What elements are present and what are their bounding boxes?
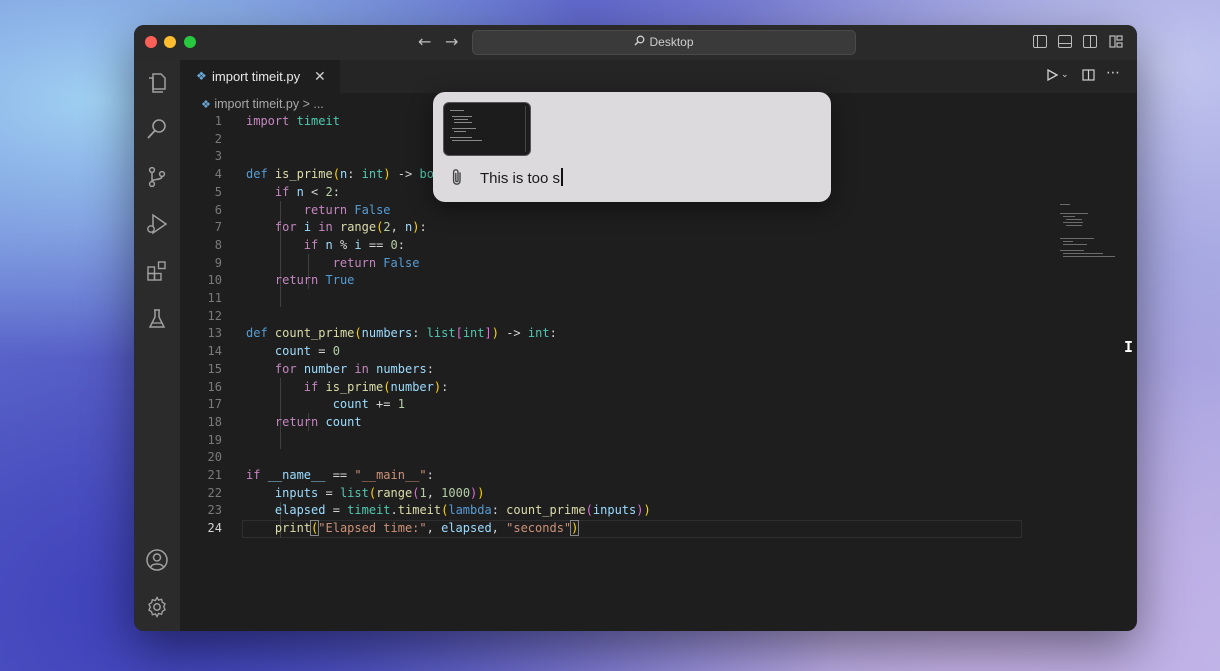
line-number: 10 xyxy=(207,273,222,288)
line-number: 13 xyxy=(207,326,222,341)
customize-layout-icon[interactable] xyxy=(1109,35,1123,48)
extensions-icon[interactable] xyxy=(145,259,169,283)
code-line: 21 if __name__ == "__main__": xyxy=(180,467,1137,485)
close-tab-icon[interactable]: ✕ xyxy=(314,60,326,93)
line-number: 18 xyxy=(207,414,222,429)
code-line: 15 for number in numbers: xyxy=(180,361,1137,379)
code-line: 17 count += 1 xyxy=(180,396,1137,414)
code-line: 13 def count_prime(numbers: list[int]) ->… xyxy=(180,325,1137,343)
text-caret xyxy=(561,168,563,186)
breadcrumb-file[interactable]: import timeit.py xyxy=(214,97,299,111)
line-number: 22 xyxy=(207,485,222,500)
zoom-window-button[interactable] xyxy=(184,36,196,48)
screenshot-attachment-thumbnail[interactable] xyxy=(443,102,531,156)
code-line: 6 return False xyxy=(180,202,1137,220)
tab-import-timeit-py[interactable]: ❖ import timeit.py ✕ xyxy=(180,60,340,93)
line-number: 1 xyxy=(214,114,222,128)
code-line: 18 return count xyxy=(180,414,1137,432)
prompt-input[interactable]: This is too s xyxy=(480,168,563,187)
code-line: 7 for i in range(2, n): xyxy=(180,219,1137,237)
line-number: 15 xyxy=(207,361,222,376)
code-line: 23 elapsed = timeit.timeit(lambda: count… xyxy=(180,502,1137,520)
line-number: 2 xyxy=(214,131,222,146)
line-number: 24 xyxy=(207,521,222,536)
editor-tab-bar: ❖ import timeit.py ✕ ⌄ ⋯ xyxy=(180,60,1137,93)
line-number: 17 xyxy=(207,397,222,412)
line-number: 11 xyxy=(207,291,222,305)
line-number: 5 xyxy=(214,184,222,199)
minimize-window-button[interactable] xyxy=(164,36,176,48)
account-icon[interactable] xyxy=(145,548,169,572)
line-number: 14 xyxy=(207,344,222,359)
split-editor-icon[interactable] xyxy=(1082,69,1095,85)
code-line: 9 return False xyxy=(180,255,1137,273)
toggle-primary-sidebar-icon[interactable] xyxy=(1033,35,1047,48)
code-line: 22 inputs = list(range(1, 1000)) xyxy=(180,485,1137,503)
toggle-secondary-sidebar-icon[interactable] xyxy=(1083,35,1097,48)
search-icon xyxy=(634,31,645,54)
run-options-chevron-icon[interactable]: ⌄ xyxy=(1061,70,1069,80)
explorer-icon[interactable] xyxy=(145,71,169,95)
line-number: 23 xyxy=(207,503,222,518)
code-line: 14 count = 0 xyxy=(180,343,1137,361)
run-debug-icon[interactable] xyxy=(145,212,169,236)
line-number: 6 xyxy=(214,202,222,217)
breadcrumb-more[interactable]: > ... xyxy=(303,97,324,111)
line-number: 16 xyxy=(207,379,222,394)
chat-input-popup: This is too s xyxy=(433,92,831,202)
line-number: 21 xyxy=(207,468,222,482)
code-line: 19 xyxy=(180,432,1137,450)
code-line: 16 if is_prime(number): xyxy=(180,379,1137,397)
source-control-icon[interactable] xyxy=(145,165,169,189)
line-number: 8 xyxy=(214,237,222,252)
line-number: 20 xyxy=(207,450,222,465)
forward-arrow-icon[interactable]: → xyxy=(445,32,458,51)
command-center-search[interactable]: Desktop xyxy=(472,30,856,55)
code-line: 24 print("Elapsed time:", elapsed, "seco… xyxy=(180,520,1137,538)
line-number: 7 xyxy=(214,220,222,235)
title-bar: ← → Desktop xyxy=(134,25,1137,61)
line-number: 12 xyxy=(207,308,222,323)
testing-icon[interactable] xyxy=(145,307,169,331)
settings-icon[interactable] xyxy=(145,595,169,619)
line-number: 3 xyxy=(214,149,222,164)
run-icon[interactable] xyxy=(1047,68,1059,85)
line-number: 9 xyxy=(214,255,222,270)
mouse-ibeam-cursor: I xyxy=(1124,338,1134,356)
code-line: 11 xyxy=(180,290,1137,308)
command-center-label: Desktop xyxy=(649,35,694,49)
python-file-icon: ❖ xyxy=(196,69,207,83)
search-view-icon[interactable] xyxy=(145,117,169,141)
code-line: 10 return True xyxy=(180,272,1137,290)
breadcrumb: ❖ import timeit.py > ... xyxy=(201,97,324,111)
code-line: 20 xyxy=(180,449,1137,467)
prompt-text: This is too s xyxy=(480,170,561,187)
python-file-icon: ❖ xyxy=(201,99,211,111)
toggle-panel-icon[interactable] xyxy=(1058,35,1072,48)
more-icon[interactable]: ⋯ xyxy=(1106,65,1120,81)
activity-bar xyxy=(134,60,180,631)
paperclip-icon[interactable] xyxy=(450,168,464,191)
tab-label: import timeit.py xyxy=(212,69,301,84)
line-number: 4 xyxy=(214,167,222,182)
close-window-button[interactable] xyxy=(145,36,157,48)
line-number: 19 xyxy=(207,432,222,447)
code-line: 12 xyxy=(180,308,1137,326)
code-line: 8 if n % i == 0: xyxy=(180,237,1137,255)
minimap[interactable] xyxy=(1060,202,1120,258)
back-arrow-icon[interactable]: ← xyxy=(418,32,431,51)
